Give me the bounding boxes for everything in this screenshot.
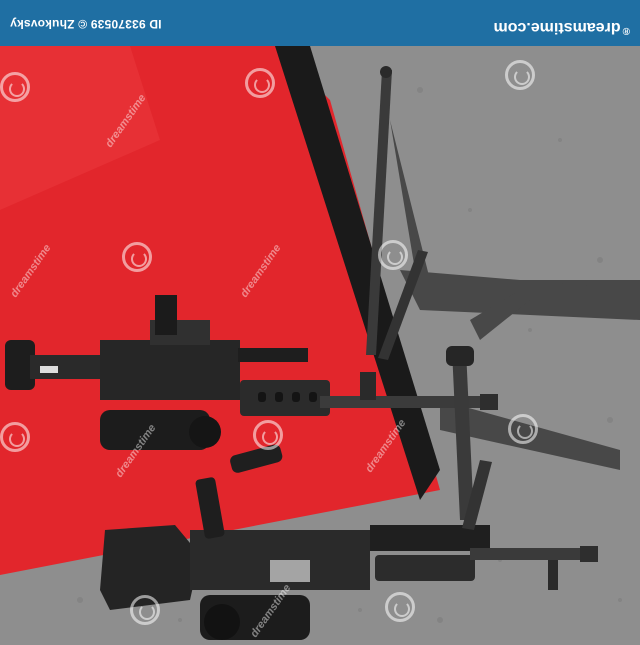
- image-id-credit: ID 93370539 © Zhukovsky: [10, 17, 162, 31]
- watermark-logo-icon: [122, 242, 152, 272]
- watermark-logo-icon: [245, 68, 275, 98]
- watermark-logo-icon: [385, 592, 415, 622]
- upper-stock-label: [40, 366, 58, 373]
- photo-scene: dreamstime dreamstime dreamstime dreamst…: [0, 0, 640, 640]
- watermark-logo-icon: [0, 72, 30, 102]
- upper-grip: [155, 295, 177, 335]
- lower-muzzle: [580, 546, 598, 562]
- watermark-logo-icon: [505, 60, 535, 90]
- lower-receiver-plate: [270, 560, 310, 582]
- upper-receiver: [100, 340, 240, 400]
- upper-top-rail: [238, 348, 308, 362]
- lower-optic-lens: [204, 604, 240, 640]
- upper-front-sight: [360, 372, 376, 400]
- lower-front-sight: [548, 560, 558, 590]
- photo-illustration: [0, 0, 640, 640]
- watermark-logo-icon: [378, 240, 408, 270]
- dreamstime-logo[interactable]: ®dreamstime.com: [493, 18, 630, 36]
- upper-optic-lens: [189, 416, 221, 448]
- watermark-logo-icon: [253, 420, 283, 450]
- lower-bipod-foot: [446, 346, 474, 366]
- upper-muzzle: [480, 394, 498, 410]
- stock-photo-banner: ®dreamstime.com ID 93370539 © Zhukovsky: [0, 0, 640, 46]
- lower-barrel: [470, 548, 590, 560]
- watermark-logo-icon: [508, 414, 538, 444]
- lower-handguard: [375, 555, 475, 581]
- upper-bipod-foot: [380, 66, 392, 78]
- watermark-logo-icon: [0, 422, 30, 452]
- watermark-logo-icon: [130, 595, 160, 625]
